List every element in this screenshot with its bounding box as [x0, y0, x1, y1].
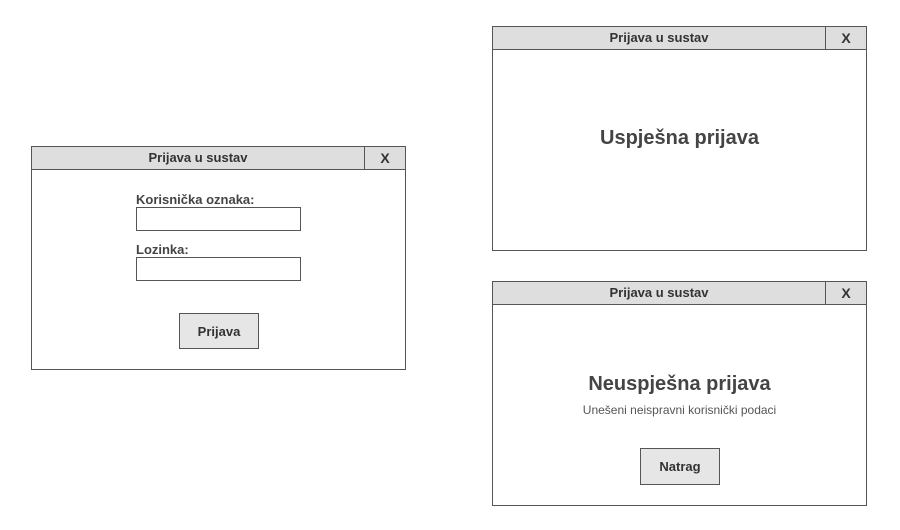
login-dialog: Prijava u sustav X Korisnička oznaka: Lo… [31, 146, 406, 370]
login-dialog-close-button[interactable]: X [364, 147, 405, 169]
failure-dialog-titlebar: Prijava u sustav X [493, 282, 866, 305]
success-dialog: Prijava u sustav X Uspješna prijava [492, 26, 867, 251]
back-button[interactable]: Natrag [640, 448, 720, 485]
failure-message: Neuspješna prijava [588, 373, 771, 395]
success-dialog-title: Prijava u sustav [609, 30, 709, 45]
success-dialog-close-button[interactable]: X [825, 27, 866, 49]
failure-detail: Unešeni neispravni korisnički podaci [582, 403, 777, 417]
login-dialog-title: Prijava u sustav [148, 150, 248, 165]
login-dialog-titlebar: Prijava u sustav X [32, 147, 405, 170]
username-label: Korisnička oznaka: [136, 192, 255, 207]
failure-dialog-close-button[interactable]: X [825, 282, 866, 304]
success-message: Uspješna prijava [600, 127, 759, 149]
password-label: Lozinka: [136, 242, 189, 257]
failure-dialog: Prijava u sustav X Neuspješna prijava Un… [492, 281, 867, 506]
failure-dialog-title: Prijava u sustav [609, 285, 709, 300]
success-dialog-titlebar: Prijava u sustav X [493, 27, 866, 50]
password-input[interactable] [136, 257, 301, 281]
username-input[interactable] [136, 207, 301, 231]
login-button[interactable]: Prijava [179, 313, 259, 349]
